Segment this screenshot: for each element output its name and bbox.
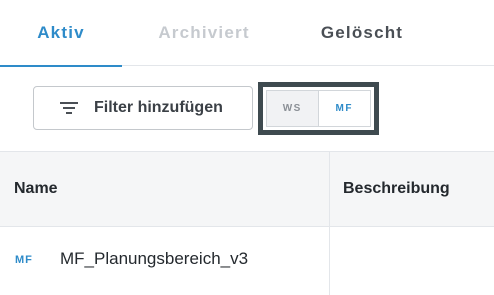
toggle-ws[interactable]: WS bbox=[267, 91, 319, 126]
column-divider bbox=[329, 151, 330, 295]
column-header-name[interactable]: Name bbox=[14, 152, 58, 226]
tab-archiviert[interactable]: Archiviert bbox=[140, 0, 268, 66]
tab-bar: Aktiv Archiviert Gelöscht bbox=[0, 0, 494, 67]
data-table: Name Beschreibung MF MF_Planungsbereich_… bbox=[0, 151, 494, 295]
add-filter-label: Filter hinzufügen bbox=[94, 99, 223, 116]
table-header: Name Beschreibung bbox=[0, 151, 494, 227]
filter-lines-icon bbox=[60, 100, 78, 116]
tab-geloescht[interactable]: Gelöscht bbox=[306, 0, 418, 66]
column-header-beschreibung[interactable]: Beschreibung bbox=[343, 152, 450, 226]
mode-toggle-highlight: WS MF bbox=[258, 82, 379, 135]
row-type-badge: MF bbox=[15, 254, 33, 266]
mode-toggle: WS MF bbox=[266, 90, 371, 127]
table-row[interactable]: MF MF_Planungsbereich_v3 bbox=[0, 227, 494, 295]
page: Aktiv Archiviert Gelöscht Filter hinzufü… bbox=[0, 0, 494, 295]
tab-aktiv[interactable]: Aktiv bbox=[0, 0, 122, 67]
toggle-mf[interactable]: MF bbox=[318, 91, 370, 126]
add-filter-button[interactable]: Filter hinzufügen bbox=[33, 86, 253, 130]
row-name: MF_Planungsbereich_v3 bbox=[60, 249, 249, 268]
